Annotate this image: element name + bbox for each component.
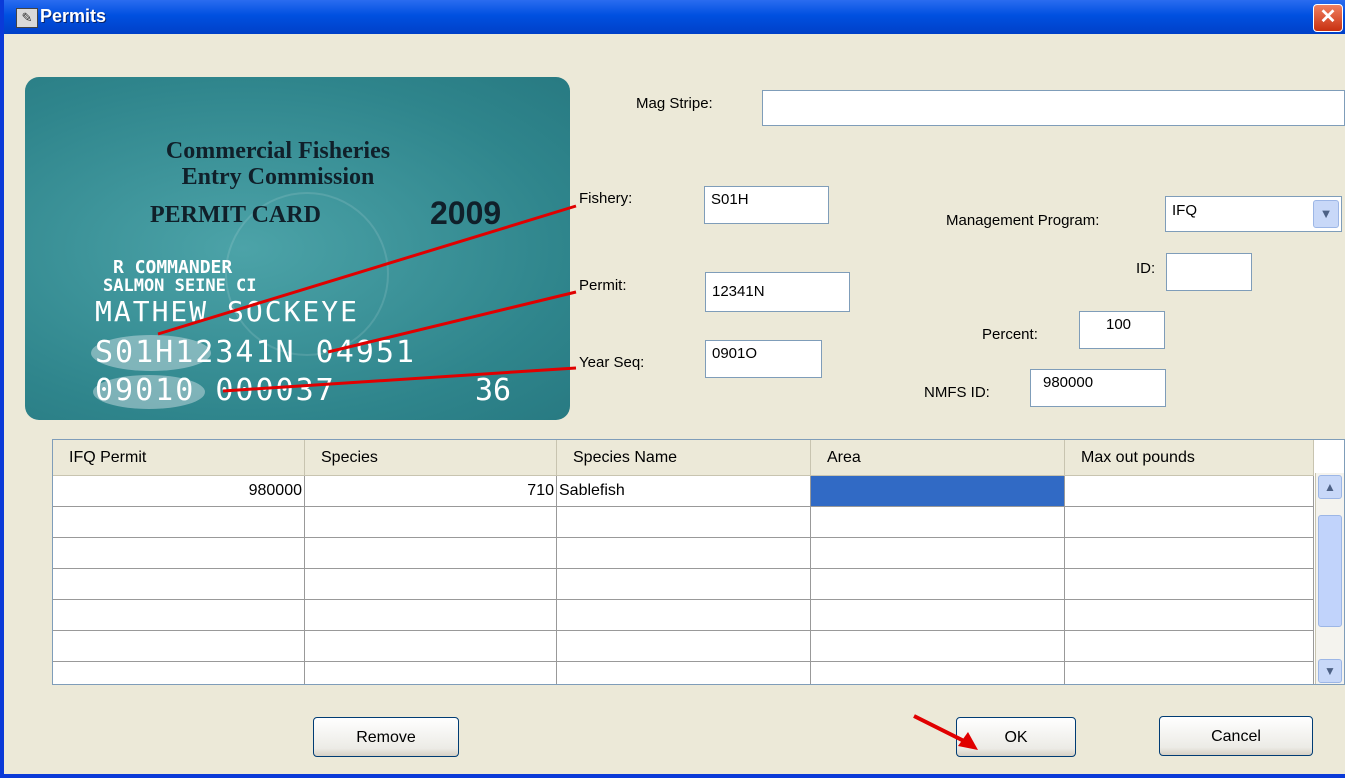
table-cell[interactable]: [556, 599, 811, 631]
yearseq-annotation-line: [222, 366, 577, 393]
table-cell[interactable]: [304, 630, 557, 662]
table-cell[interactable]: [304, 661, 557, 684]
table-cell[interactable]: [53, 661, 305, 684]
id-label: ID:: [1136, 260, 1156, 277]
table-row[interactable]: 980000 710 Sablefish: [53, 475, 1314, 507]
table-cell[interactable]: [556, 506, 811, 538]
table-vertical-scrollbar[interactable]: ▲ ▼: [1315, 473, 1344, 684]
table-cell[interactable]: [810, 506, 1065, 538]
table-cell[interactable]: [556, 568, 811, 600]
mag-stripe-label: Mag Stripe:: [636, 95, 713, 112]
fishery-input[interactable]: S01H: [704, 186, 829, 224]
table-cell[interactable]: [1064, 506, 1314, 538]
table-cell[interactable]: [53, 537, 305, 569]
table-row[interactable]: [53, 661, 1314, 684]
remove-button[interactable]: Remove: [313, 717, 459, 757]
management-program-select[interactable]: IFQ ▼: [1165, 196, 1342, 232]
nmfs-id-label: NMFS ID:: [924, 384, 990, 401]
nmfs-id-input[interactable]: 980000: [1030, 369, 1166, 407]
scroll-thumb[interactable]: [1318, 515, 1342, 627]
table-cell[interactable]: [556, 630, 811, 662]
management-program-label: Management Program:: [946, 212, 1100, 229]
management-program-value: IFQ: [1172, 202, 1197, 219]
permit-grid: IFQ Permit Species Species Name Area Max…: [53, 440, 1314, 684]
red-arrow-icon: [913, 714, 978, 750]
table-cell[interactable]: [810, 537, 1065, 569]
table-cell[interactable]: 980000: [53, 475, 305, 507]
table-cell[interactable]: [810, 630, 1065, 662]
percent-label: Percent:: [982, 326, 1038, 343]
column-header-species[interactable]: Species: [304, 440, 557, 476]
table-row[interactable]: [53, 599, 1314, 631]
table-cell[interactable]: [810, 661, 1065, 684]
table-cell[interactable]: [304, 506, 557, 538]
table-cell[interactable]: [304, 568, 557, 600]
table-cell-selected[interactable]: [810, 475, 1065, 507]
table-header-row: IFQ Permit Species Species Name Area Max…: [53, 440, 1314, 476]
table-row[interactable]: [53, 537, 1314, 569]
table-row[interactable]: [53, 568, 1314, 600]
year-seq-label: Year Seq:: [579, 354, 645, 371]
permits-dialog: ✎ Permits ✕ Commercial Fisheries Entry C…: [0, 0, 1345, 778]
scroll-down-icon[interactable]: ▼: [1318, 659, 1342, 683]
table-cell[interactable]: [810, 568, 1065, 600]
title-bar[interactable]: ✎ Permits ✕: [4, 0, 1345, 34]
column-header-species-name[interactable]: Species Name: [556, 440, 811, 476]
fishery-annotation-line: [157, 204, 577, 336]
table-cell[interactable]: [53, 630, 305, 662]
dialog-body: Commercial Fisheries Entry Commission PE…: [8, 34, 1345, 774]
permit-label: Permit:: [579, 277, 627, 294]
table-cell[interactable]: Sablefish: [556, 475, 811, 507]
column-header-max-out-pounds[interactable]: Max out pounds: [1064, 440, 1314, 476]
table-cell[interactable]: [53, 599, 305, 631]
column-header-ifq-permit[interactable]: IFQ Permit: [53, 440, 305, 476]
table-cell[interactable]: [1064, 661, 1314, 684]
table-cell[interactable]: [556, 537, 811, 569]
table-cell[interactable]: [1064, 599, 1314, 631]
chevron-down-icon[interactable]: ▼: [1313, 200, 1339, 228]
permit-input[interactable]: 12341N: [705, 272, 850, 312]
table-cell[interactable]: [1064, 537, 1314, 569]
column-header-area[interactable]: Area: [810, 440, 1065, 476]
table-cell[interactable]: [53, 568, 305, 600]
fishery-label: Fishery:: [579, 190, 633, 207]
scroll-up-icon[interactable]: ▲: [1318, 475, 1342, 499]
mag-stripe-input[interactable]: [762, 90, 1345, 126]
year-seq-input[interactable]: 0901O: [705, 340, 822, 378]
cancel-button[interactable]: Cancel: [1159, 716, 1313, 756]
table-row[interactable]: [53, 506, 1314, 538]
table-cell[interactable]: [556, 661, 811, 684]
percent-input[interactable]: 100: [1079, 311, 1165, 349]
table-cell[interactable]: [1064, 475, 1314, 507]
window-title: Permits: [40, 6, 107, 26]
permit-app-icon: ✎: [16, 8, 38, 28]
table-cell[interactable]: [304, 599, 557, 631]
ifq-permit-table: IFQ Permit Species Species Name Area Max…: [52, 439, 1345, 685]
table-cell[interactable]: [304, 537, 557, 569]
table-cell[interactable]: [53, 506, 305, 538]
table-cell[interactable]: [1064, 568, 1314, 600]
permit-annotation-line: [327, 290, 577, 354]
close-button[interactable]: ✕: [1313, 4, 1343, 32]
id-input[interactable]: [1166, 253, 1252, 291]
table-row[interactable]: [53, 630, 1314, 662]
table-cell[interactable]: [1064, 630, 1314, 662]
table-cell[interactable]: [810, 599, 1065, 631]
table-cell[interactable]: 710: [304, 475, 557, 507]
